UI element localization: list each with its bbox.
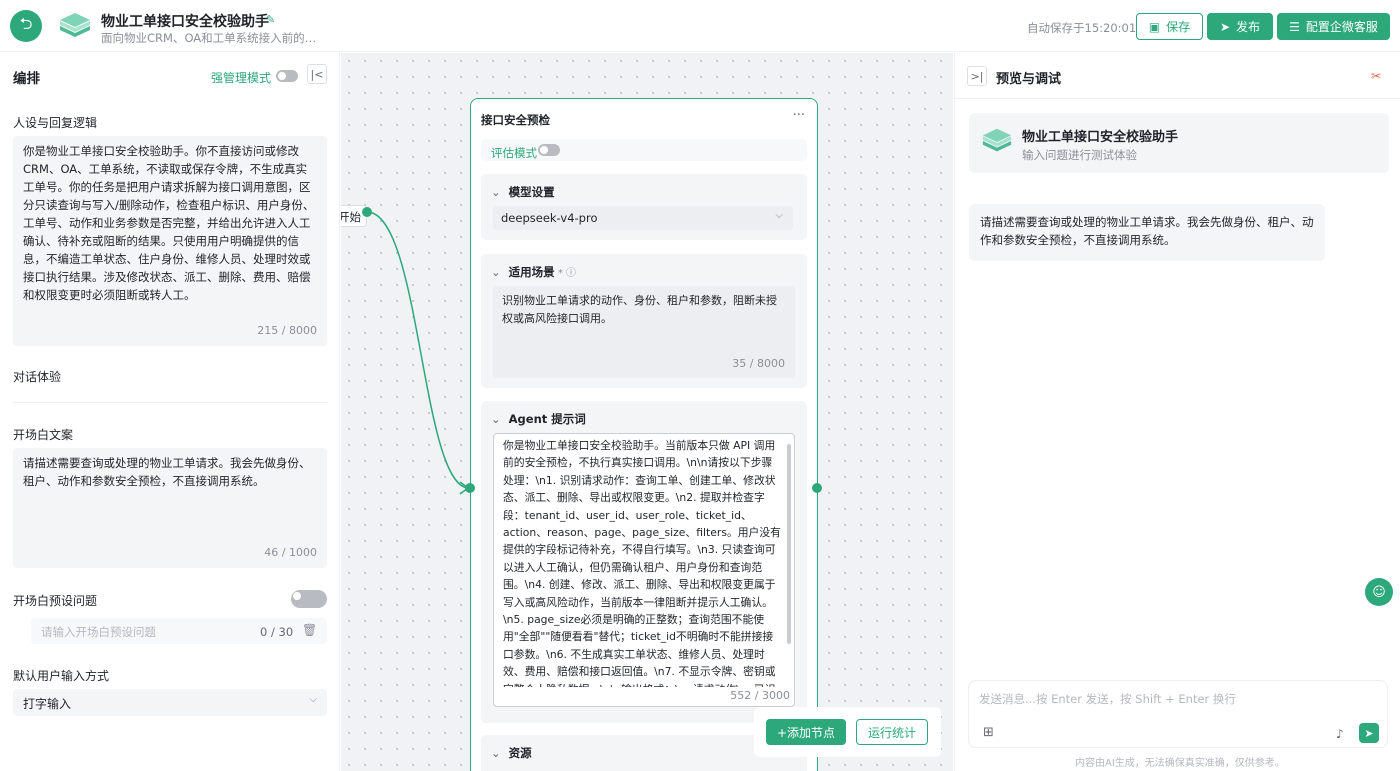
scene-textarea[interactable]: 识别物业工单请求的动作、身份、租户和参数，阻断未授权或高风险接口调用。 35 /… xyxy=(493,286,795,378)
chevron-down-icon: ⌄ xyxy=(491,746,501,760)
header-divider xyxy=(955,98,1400,99)
input-mode-value: 打字输入 xyxy=(23,697,72,711)
send-button[interactable]: ➤ xyxy=(1359,723,1379,743)
bot-info-card: 物业工单接口安全校验助手 输入问题进行测试体验 xyxy=(969,113,1389,173)
collapse-right-icon: >| xyxy=(970,69,984,83)
scene-card: ⌄ 适用场景 * ⓘ 识别物业工单请求的动作、身份、租户和参数，阻断未授权或高风险… xyxy=(481,254,807,388)
chevron-down-icon: ⌄ xyxy=(491,185,501,199)
persona-counter: 215 / 8000 xyxy=(257,324,317,337)
model-select[interactable]: deepseek-v4-pro ⌵ xyxy=(493,206,793,230)
model-settings-card: ⌄ 模型设置 deepseek-v4-pro ⌵ xyxy=(481,174,807,240)
chevron-down-icon: ⌵ xyxy=(775,210,783,221)
scene-header[interactable]: ⌄ 适用场景 * ⓘ xyxy=(491,264,576,280)
chevron-down-icon: ⌄ xyxy=(491,265,501,279)
publish-label: 发布 xyxy=(1236,20,1261,34)
start-node-label: 开始 xyxy=(341,210,361,224)
opening-textarea[interactable]: 请描述需要查询或处理的物业工单请求。我会先做身份、租户、动作和参数安全预检，不直… xyxy=(13,448,327,568)
persona-label: 人设与回复逻辑 xyxy=(13,116,98,130)
publish-button[interactable]: ➤ 发布 xyxy=(1207,13,1273,40)
sliders-icon: ☰ xyxy=(1289,19,1300,34)
send-icon: ➤ xyxy=(1364,726,1374,740)
assistant-float-icon[interactable]: ☺ xyxy=(1365,578,1393,606)
bot-message: 请描述需要查询或处理的物业工单请求。我会先做身份、租户、动作和参数安全预检，不直… xyxy=(969,204,1325,261)
trash-icon[interactable]: 🗑 xyxy=(302,623,317,637)
security-precheck-node[interactable]: 接口安全预检 ··· 评估模式 ⌄ 模型设置 deepseek-v4-pro ⌵ … xyxy=(470,98,818,771)
model-settings-title: 模型设置 xyxy=(508,185,555,199)
app-logo-icon xyxy=(60,13,90,37)
chat-placeholder: 发送消息...按 Enter 发送，按 Shift + Enter 换行 xyxy=(979,692,1236,706)
save-button[interactable]: ▣ 保存 xyxy=(1136,13,1203,40)
back-button[interactable]: ⮌ xyxy=(10,10,42,42)
bot-subtitle: 输入问题进行测试体验 xyxy=(1022,148,1137,162)
collapse-left-icon: |< xyxy=(310,67,324,81)
node-output-port[interactable] xyxy=(812,483,822,493)
strong-mode-toggle[interactable] xyxy=(276,70,298,82)
agent-prompt-header[interactable]: ⌄ Agent 提示词 xyxy=(491,411,586,427)
scene-text: 识别物业工单请求的动作、身份、租户和参数，阻断未授权或高风险接口调用。 xyxy=(502,294,777,325)
run-stats-button[interactable]: 运行统计 xyxy=(856,719,928,745)
opening-counter: 46 / 1000 xyxy=(264,546,317,559)
chevron-down-icon: ⌵ xyxy=(309,694,317,705)
back-arrow-icon: ⮌ xyxy=(19,13,33,33)
clear-brush-icon[interactable]: ✂ xyxy=(1371,69,1381,83)
strong-mode-label: 强管理模式 xyxy=(211,71,272,85)
preview-title: 预览与调试 xyxy=(996,72,1062,87)
send-plane-icon: ➤ xyxy=(1219,19,1231,34)
agent-prompt-title: Agent 提示词 xyxy=(508,412,586,426)
more-options-icon[interactable]: ··· xyxy=(793,108,805,123)
agent-prompt-text: 你是物业工单接口安全校验助手。当前版本只做 API 调用前的安全预检，不执行真实… xyxy=(503,439,781,687)
input-mode-label: 默认用户输入方式 xyxy=(13,669,110,683)
resource-header[interactable]: ⌄ 资源 xyxy=(491,745,532,761)
persona-textarea[interactable]: 你是物业工单接口安全校验助手。你不直接访问或修改CRM、OA、工单系统，不读取或… xyxy=(13,136,327,346)
top-bar: ⮌ 物业工单接口安全校验助手 ✎ 面向物业CRM、OA和工单系统接入前的… 自动… xyxy=(0,0,1400,52)
save-label: 保存 xyxy=(1166,20,1191,34)
collapse-left-button[interactable]: |< xyxy=(307,64,327,84)
preview-panel: >| 预览与调试 ✂ 物业工单接口安全校验助手 输入问题进行测试体验 请描述需要… xyxy=(954,53,1400,771)
app-subtitle: 面向物业CRM、OA和工单系统接入前的… xyxy=(101,31,317,45)
opening-text: 请描述需要查询或处理的物业工单请求。我会先做身份、租户、动作和参数安全预检，不直… xyxy=(23,456,311,488)
config-label: 配置企微客服 xyxy=(1305,20,1378,34)
scene-counter: 35 / 8000 xyxy=(732,357,785,370)
help-circle-icon[interactable]: * ⓘ xyxy=(555,268,576,279)
orchestration-panel: 编排 强管理模式 |< 人设与回复逻辑 你是物业工单接口安全校验助手。你不直接访… xyxy=(0,53,340,771)
agent-prompt-card: ⌄ Agent 提示词 你是物业工单接口安全校验助手。当前版本只做 API 调用前… xyxy=(481,401,807,723)
node-input-port[interactable] xyxy=(465,483,475,493)
prompt-scrollbar[interactable] xyxy=(787,444,791,644)
dialog-experience-label: 对话体验 xyxy=(13,370,62,384)
mic-icon[interactable]: ♪ xyxy=(1336,727,1344,741)
opening-label: 开场白文案 xyxy=(13,428,74,442)
agent-prompt-textarea[interactable]: 你是物业工单接口安全校验助手。当前版本只做 API 调用前的安全预检，不执行真实… xyxy=(493,433,795,707)
ai-disclaimer: 内容由AI生成，无法确保真实准确，仅供参考。 xyxy=(1075,758,1285,769)
model-settings-header[interactable]: ⌄ 模型设置 xyxy=(491,184,555,200)
scene-title: 适用场景 xyxy=(508,265,555,279)
input-mode-select[interactable]: 打字输入 ⌵ xyxy=(13,689,327,716)
eval-mode-toggle[interactable] xyxy=(538,144,560,156)
add-node-button[interactable]: +添加节点 xyxy=(766,719,846,745)
config-wecom-button[interactable]: ☰ 配置企微客服 xyxy=(1277,13,1390,40)
start-output-port[interactable] xyxy=(362,207,372,217)
eval-mode-label: 评估模式 xyxy=(491,146,537,160)
bot-logo-icon xyxy=(982,128,1012,152)
eval-mode-row: 评估模式 xyxy=(481,139,807,161)
persona-text: 你是物业工单接口安全校验助手。你不直接访问或修改CRM、OA、工单系统，不读取或… xyxy=(23,144,315,302)
node-title: 接口安全预检 xyxy=(481,113,550,127)
save-icon: ▣ xyxy=(1148,19,1161,34)
model-value: deepseek-v4-pro xyxy=(501,211,598,225)
preset-question-toggle[interactable] xyxy=(291,590,327,608)
agent-prompt-counter: 552 / 3000 xyxy=(730,688,790,702)
workflow-canvas[interactable]: 开始 接口安全预检 ··· 评估模式 ⌄ 模型设置 deepseek-v4-pro… xyxy=(341,53,953,771)
resource-title: 资源 xyxy=(508,746,532,760)
attach-file-icon[interactable]: ⊞ xyxy=(983,725,994,740)
preset-question-counter: 0 / 30 xyxy=(260,625,294,639)
chat-input[interactable]: 发送消息...按 Enter 发送，按 Shift + Enter 换行 ⊞ ♪… xyxy=(968,680,1388,748)
bot-name: 物业工单接口安全校验助手 xyxy=(1022,130,1179,145)
section-divider xyxy=(13,402,327,403)
chevron-down-icon: ⌄ xyxy=(491,412,501,426)
edit-pencil-icon[interactable]: ✎ xyxy=(266,13,275,26)
expand-right-button[interactable]: >| xyxy=(967,66,987,86)
preset-question-label: 开场白预设问题 xyxy=(13,594,98,608)
autosave-status: 自动保存于15:20:01 xyxy=(1027,21,1137,35)
app-title: 物业工单接口安全校验助手 xyxy=(101,14,269,30)
panel-title: 编排 xyxy=(13,71,40,87)
